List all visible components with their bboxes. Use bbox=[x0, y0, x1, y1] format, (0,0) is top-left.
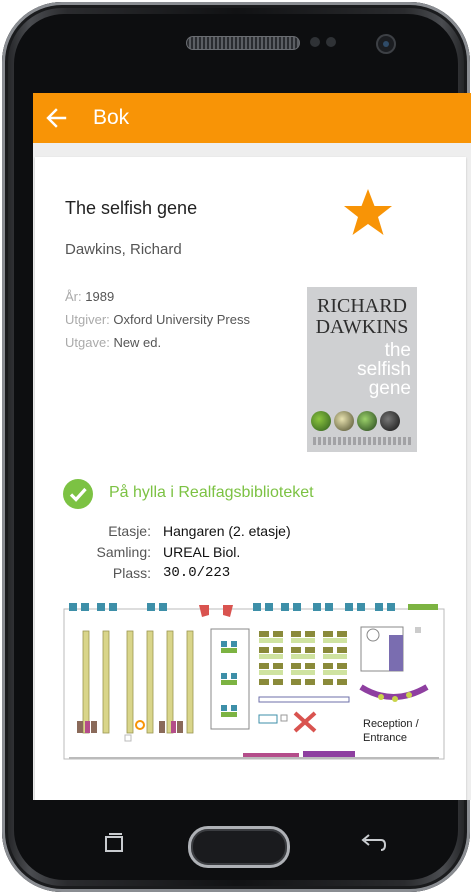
recent-apps-icon[interactable] bbox=[103, 832, 125, 854]
cover-word-gene: gene bbox=[368, 378, 411, 399]
page-title: Bok bbox=[93, 106, 130, 129]
publisher-value: Oxford University Press bbox=[113, 312, 250, 327]
app-screen: Bok The selfish gene Dawkins, Richard År… bbox=[33, 93, 471, 800]
arrow-left-icon[interactable] bbox=[39, 101, 73, 135]
shelf-label: Plass: bbox=[112, 565, 151, 581]
shelf-value: 30.0/223 bbox=[163, 565, 231, 581]
year-label: År: bbox=[65, 289, 82, 304]
proximity-sensor bbox=[310, 37, 320, 47]
map-reception-label-2: Entrance bbox=[363, 732, 407, 744]
edition-row: Utgave: New ed. bbox=[65, 335, 161, 350]
back-key-icon[interactable] bbox=[359, 832, 387, 854]
collection-value: UREAL Biol. bbox=[163, 544, 241, 560]
availability-text: På hylla i Realfagsbiblioteket bbox=[109, 484, 314, 501]
check-circle-icon bbox=[63, 479, 93, 509]
light-sensor bbox=[326, 37, 336, 47]
edition-value: New ed. bbox=[113, 335, 162, 350]
cover-word-selfish: selfish bbox=[357, 359, 411, 380]
earpiece-speaker bbox=[186, 36, 300, 50]
cover-illustrations bbox=[311, 411, 415, 435]
collection-label: Samling: bbox=[96, 544, 151, 560]
map-reception-label-1: Reception / bbox=[363, 718, 420, 730]
cover-author-last: DAWKINS bbox=[315, 316, 409, 338]
floor-value: Hangaren (2. etasje) bbox=[163, 523, 291, 539]
star-icon[interactable] bbox=[340, 187, 396, 237]
book-title: The selfish gene bbox=[65, 198, 198, 218]
cover-word-the: the bbox=[384, 340, 411, 361]
location-details: Etasje: Hangaren (2. etasje) Samling: UR… bbox=[35, 523, 466, 593]
publisher-label: Utgiver: bbox=[65, 312, 110, 327]
app-bar: Bok bbox=[33, 93, 471, 143]
library-floor-map[interactable]: Reception / Entrance bbox=[63, 601, 445, 769]
edition-label: Utgave: bbox=[65, 335, 110, 350]
year-row: År: 1989 bbox=[65, 289, 114, 304]
year-value: 1989 bbox=[85, 289, 115, 304]
publisher-row: Utgiver: Oxford University Press bbox=[65, 312, 250, 327]
home-button[interactable] bbox=[188, 826, 290, 868]
floor-label: Etasje: bbox=[108, 523, 151, 539]
book-author: Dawkins, Richard bbox=[65, 241, 182, 258]
book-card: The selfish gene Dawkins, Richard År: 19… bbox=[35, 157, 466, 800]
cover-fine-print bbox=[313, 437, 411, 445]
cover-author-first: RICHARD bbox=[316, 295, 407, 317]
book-cover: RICHARD DAWKINS the selfish gene bbox=[307, 287, 417, 452]
front-camera bbox=[376, 34, 396, 54]
